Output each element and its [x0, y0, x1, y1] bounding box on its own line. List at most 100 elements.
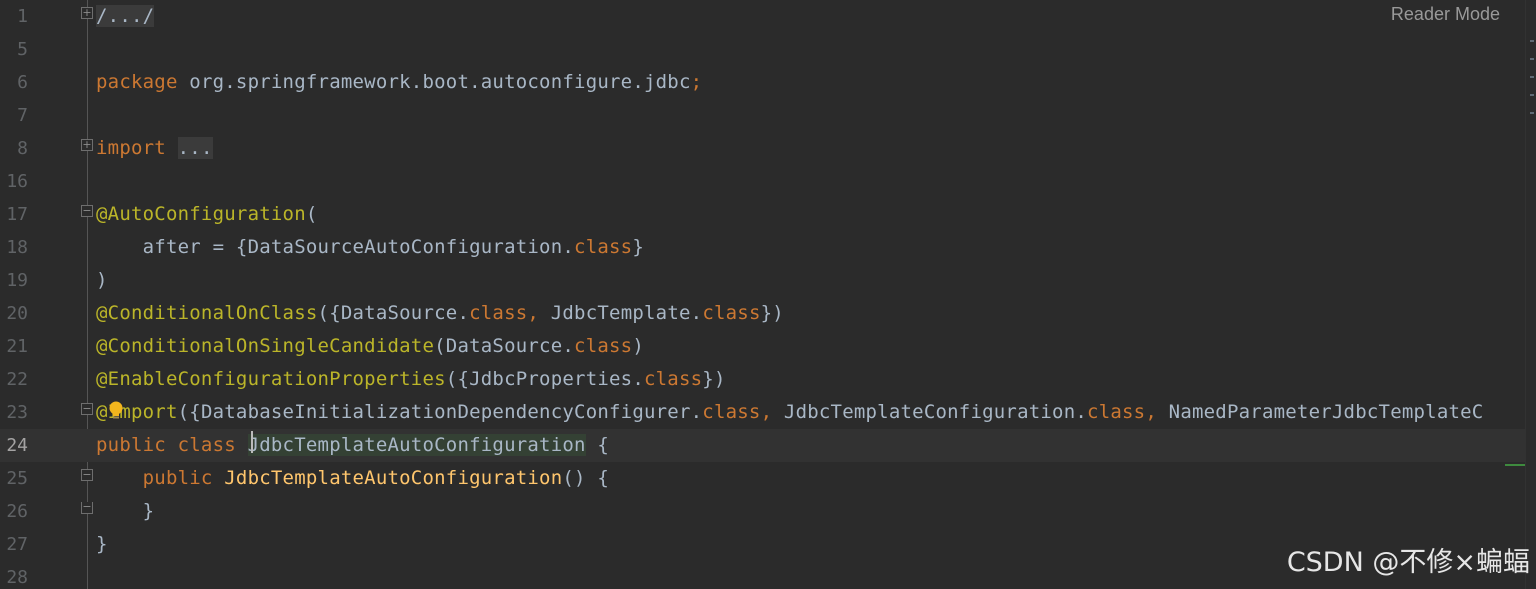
code-line[interactable]: 6 package org.springframework.boot.autoco… [0, 66, 1526, 99]
code-line[interactable]: 1 /.../ [0, 0, 1526, 33]
code-token: JdbcTemplateConfiguration. [783, 401, 1088, 423]
code-text: @AutoConfiguration( [96, 198, 318, 231]
code-text: after = {DataSourceAutoConfiguration.cla… [96, 231, 644, 264]
line-number: 18 [6, 237, 28, 258]
line-number: 6 [17, 72, 28, 93]
code-line[interactable]: 5 [0, 33, 1526, 66]
line-number: 24 [6, 435, 28, 456]
code-line[interactable]: 24 public class JdbcTemplateAutoConfigura… [0, 429, 1526, 462]
code-token: ... [177, 137, 213, 159]
code-line[interactable]: 20 @ConditionalOnClass({DataSource.class,… [0, 297, 1526, 330]
code-line[interactable]: 17 @AutoConfiguration( [0, 198, 1526, 231]
code-token: ; [690, 71, 703, 93]
code-token: class, [702, 401, 784, 423]
code-token: { [585, 434, 610, 456]
code-token: ) [632, 335, 645, 357]
code-line[interactable]: 8 import ... [0, 132, 1526, 165]
code-text: import ... [96, 132, 213, 165]
code-token: public [142, 467, 225, 489]
scroll-marker [1530, 94, 1534, 96]
text-caret [251, 431, 253, 453]
code-line[interactable]: 16 [0, 165, 1526, 198]
code-token: } [632, 236, 644, 258]
fold-collapse-icon[interactable]: − [81, 469, 93, 481]
code-text: /.../ [96, 0, 155, 33]
scroll-marker [1530, 40, 1534, 42]
code-token: class, [1087, 401, 1169, 423]
code-token: ( [305, 203, 318, 225]
line-number: 1 [17, 6, 28, 27]
fold-end-icon[interactable]: − [81, 501, 93, 514]
change-marker [1505, 464, 1525, 466]
code-line[interactable]: 25 public JdbcTemplateAutoConfiguration(… [0, 462, 1526, 495]
code-line[interactable]: 23 @Import({DatabaseInitializationDepende… [0, 396, 1526, 429]
code-token: @EnableConfigurationProperties [96, 368, 446, 390]
scroll-marker [1530, 76, 1534, 78]
code-token: class [574, 236, 633, 258]
reader-mode-button[interactable]: Reader Mode [1391, 4, 1500, 25]
lightbulb-icon[interactable] [108, 401, 124, 421]
line-number: 25 [6, 468, 28, 489]
code-token: ({DataSource. [317, 302, 470, 324]
code-token: @AutoConfiguration [96, 203, 306, 225]
line-number: 22 [6, 369, 28, 390]
code-token: org.springframework.boot.autoconfigure.j… [177, 71, 691, 93]
code-token: class [574, 335, 633, 357]
line-number: 17 [6, 204, 28, 225]
vertical-scrollbar[interactable] [1525, 0, 1536, 589]
code-token: ({DatabaseInitializationDependencyConfig… [177, 401, 703, 423]
code-line[interactable]: 7 [0, 99, 1526, 132]
code-token: package [96, 71, 178, 93]
line-number: 26 [6, 501, 28, 522]
code-text: } [96, 495, 154, 528]
line-number: 19 [6, 270, 28, 291]
code-token: after = {DataSourceAutoConfiguration. [96, 236, 575, 258]
code-token: import [96, 137, 166, 159]
code-line[interactable]: 22 @EnableConfigurationProperties({JdbcPr… [0, 363, 1526, 396]
line-number: 27 [6, 534, 28, 555]
scroll-marker [1530, 58, 1534, 60]
code-line[interactable]: 19) [0, 264, 1526, 297]
code-text: @ConditionalOnClass({DataSource.class, J… [96, 297, 784, 330]
code-line[interactable]: 26 } [0, 495, 1526, 528]
code-token: (DataSource. [434, 335, 575, 357]
code-text: @Import({DatabaseInitializationDependenc… [96, 396, 1483, 429]
code-token: } [96, 500, 155, 522]
line-number: 20 [6, 303, 28, 324]
code-line[interactable]: 21 @ConditionalOnSingleCandidate(DataSour… [0, 330, 1526, 363]
code-token: public class [96, 434, 248, 456]
code-token: } [96, 533, 108, 555]
code-token: @ConditionalOnClass [96, 302, 318, 324]
code-token: ({JdbcProperties. [445, 368, 644, 390]
code-token: class [643, 368, 703, 390]
code-token: () { [562, 467, 610, 489]
code-token: NamedParameterJdbcTemplateC [1168, 401, 1484, 423]
code-token: @ConditionalOnSingleCandidate [96, 335, 435, 357]
code-text: public JdbcTemplateAutoConfiguration() { [96, 462, 609, 495]
code-token: JdbcTemplate. [550, 302, 703, 324]
code-token: /.../ [96, 5, 155, 27]
code-text: ) [96, 264, 108, 297]
code-token: JdbcTemplateAutoConfiguration [224, 467, 563, 489]
line-number: 28 [6, 567, 28, 588]
code-text: package org.springframework.boot.autocon… [96, 66, 702, 99]
fold-collapse-icon[interactable]: − [81, 403, 93, 415]
fold-expand-icon[interactable]: + [81, 139, 93, 151]
fold-expand-icon[interactable]: + [81, 7, 93, 19]
code-line[interactable]: 18 after = {DataSourceAutoConfiguration.… [0, 231, 1526, 264]
line-number: 5 [17, 39, 28, 60]
line-number: 16 [6, 171, 28, 192]
scroll-marker [1530, 112, 1534, 114]
watermark: CSDN @不修×蝙蝠 [1286, 547, 1530, 578]
line-number: 7 [17, 105, 28, 126]
code-token: }) [760, 302, 784, 324]
code-token: }) [702, 368, 726, 390]
code-text: public class JdbcTemplateAutoConfigurati… [96, 429, 609, 462]
code-editor[interactable]: 1 /.../ 5 6 package org.springframework.boot… [0, 0, 1536, 589]
line-number: 8 [17, 138, 28, 159]
fold-collapse-icon[interactable]: − [81, 205, 93, 217]
code-text: @EnableConfigurationProperties({JdbcProp… [96, 363, 726, 396]
code-token: ) [96, 269, 108, 291]
code-token: class [702, 302, 761, 324]
